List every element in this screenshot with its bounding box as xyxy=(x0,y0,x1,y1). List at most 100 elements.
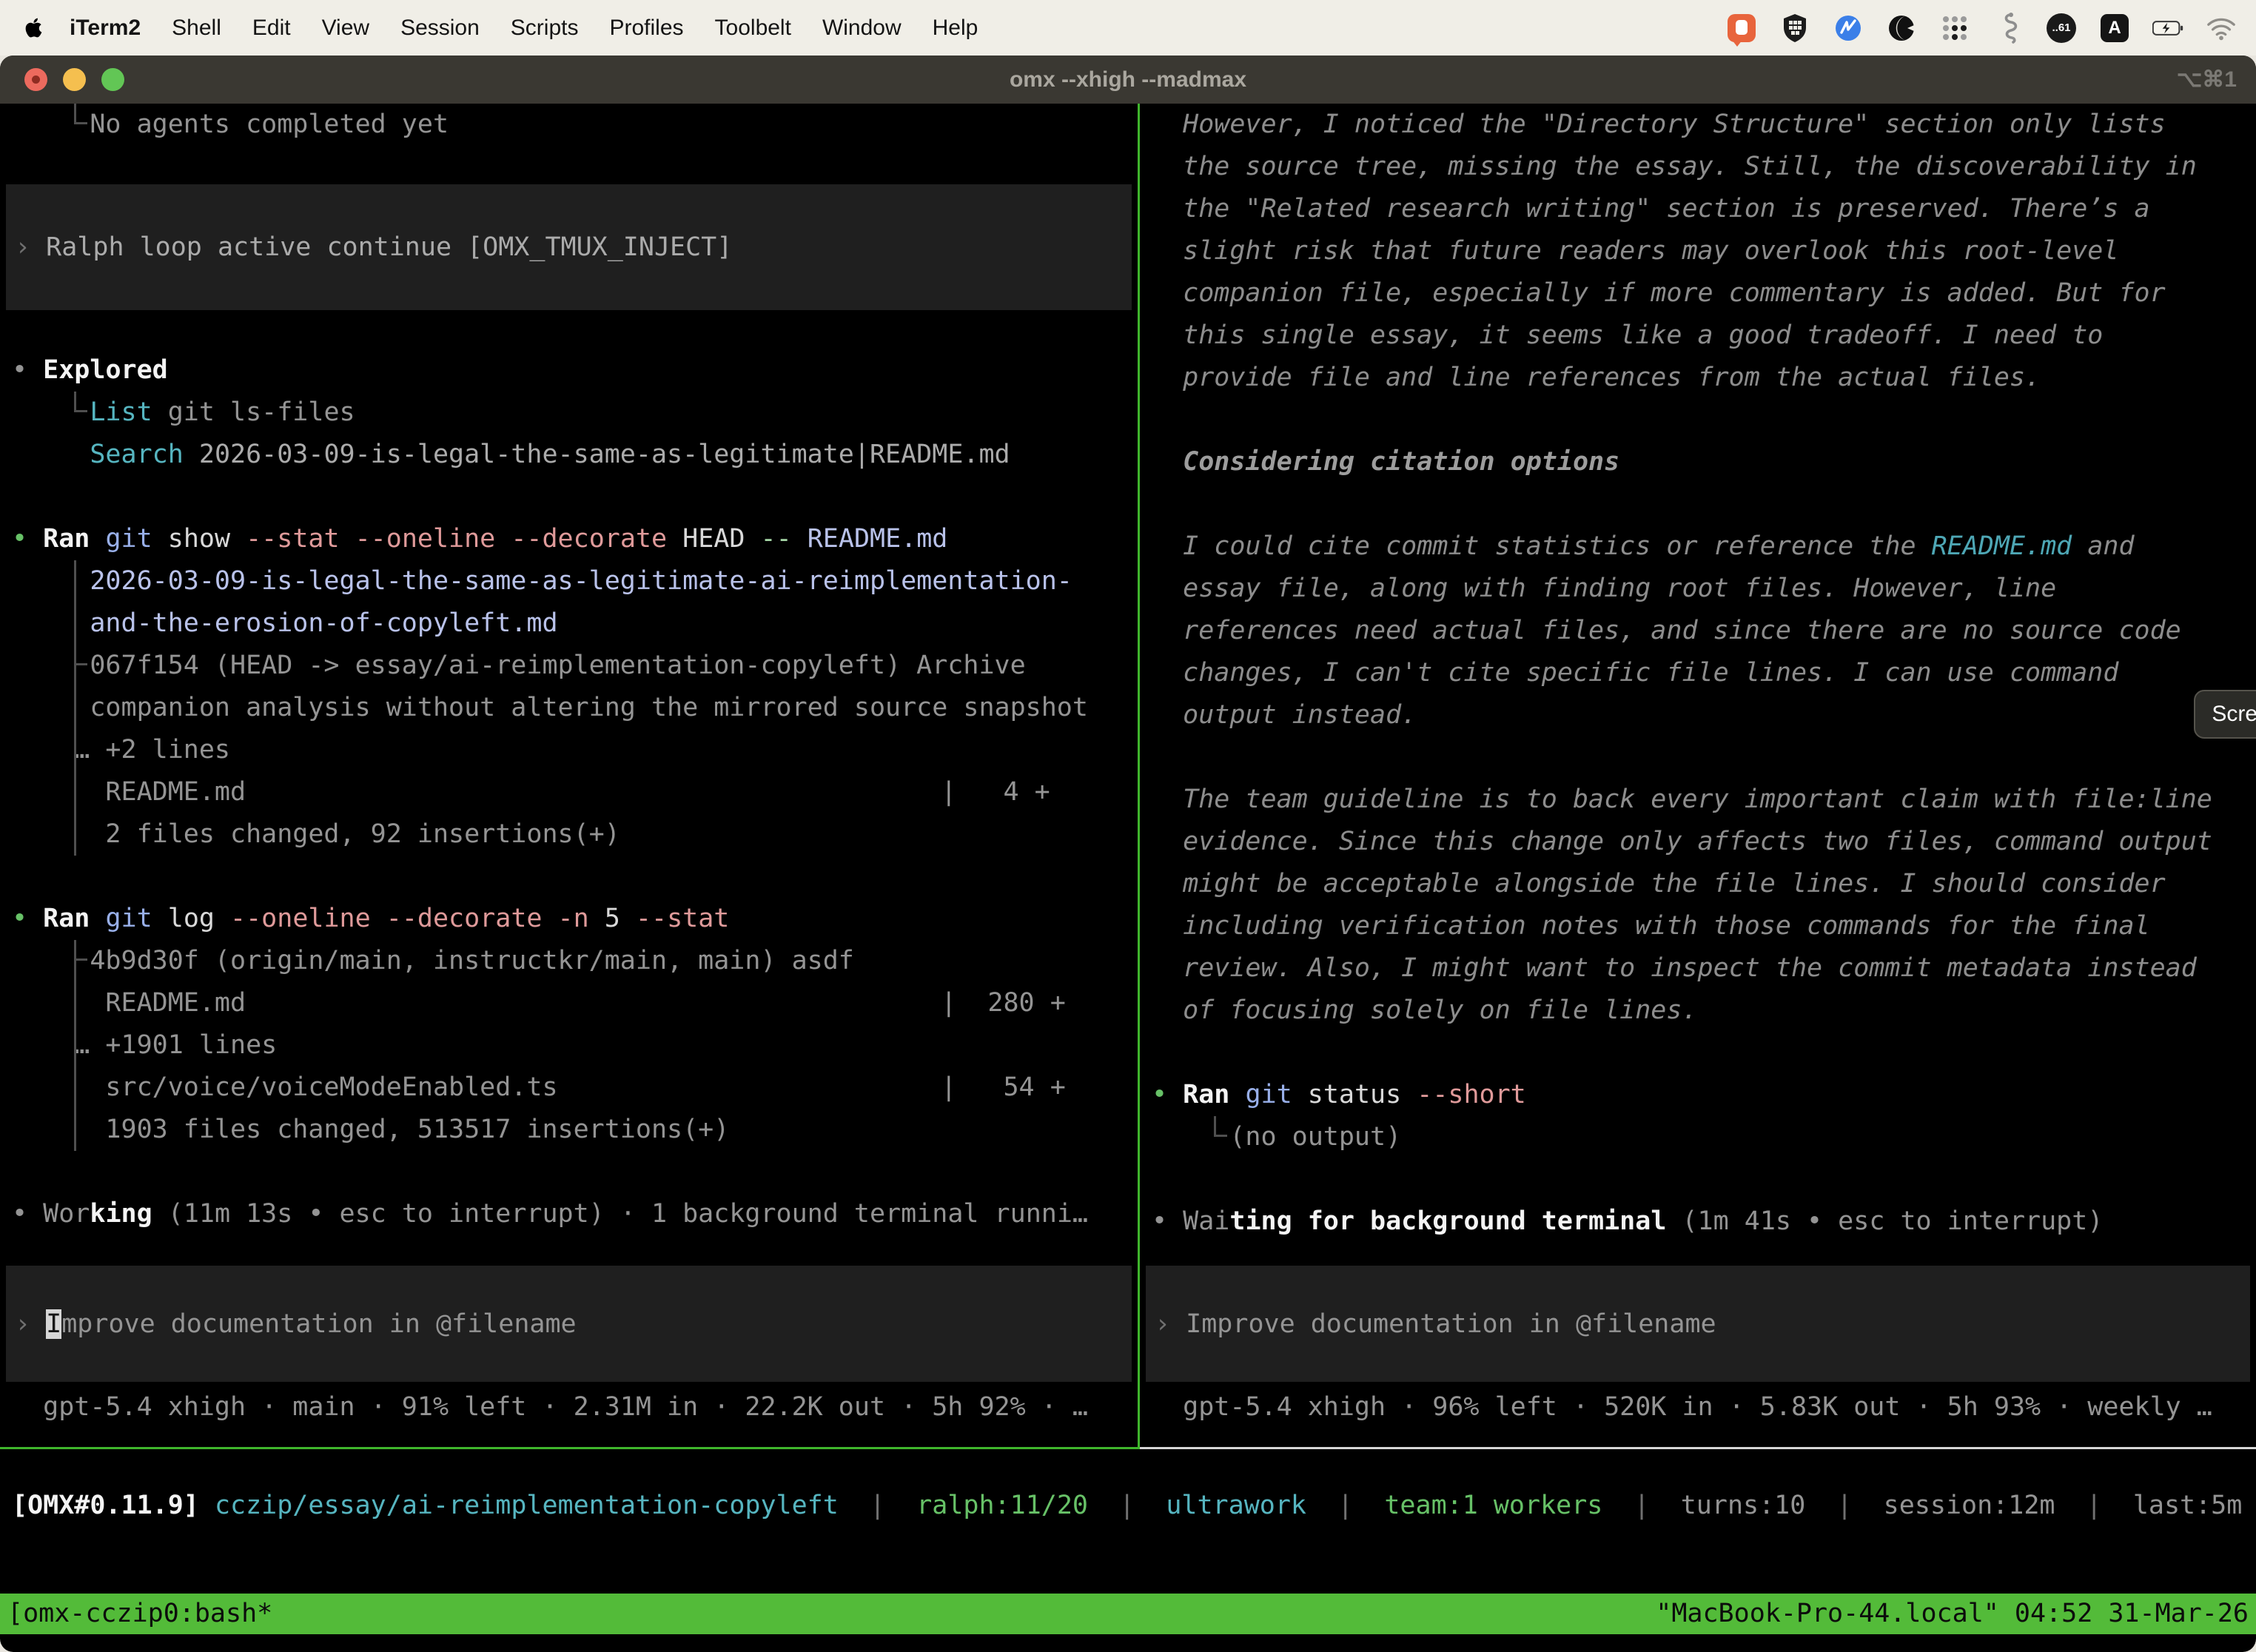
text-segment: | 280 + xyxy=(941,982,1066,1024)
omx-status-segment: [OMX#0.11.9] xyxy=(12,1491,199,1520)
text-segment: --stat --oneline --decorate xyxy=(246,524,667,554)
chat-input-box[interactable]: › Improve documentation in @filename xyxy=(1146,1266,2250,1382)
chat-input-text: Improve documentation in @filename xyxy=(1186,1309,1716,1339)
terminal-line: … +2 lines xyxy=(12,729,1138,771)
tree-guide-line xyxy=(74,729,76,771)
omx-status-segment: turns:10 xyxy=(1681,1491,1806,1520)
terminal-line: … +1901 lines xyxy=(12,1024,1138,1067)
text-segment xyxy=(12,440,90,469)
menu-item-scripts[interactable]: Scripts xyxy=(495,16,594,41)
chat-input-box[interactable]: › Improve documentation in @filename xyxy=(6,1266,1132,1382)
keyboard-a-icon[interactable]: A xyxy=(2099,13,2130,44)
menu-item-iterm2[interactable]: iTerm2 xyxy=(54,16,156,41)
apple-menu-icon[interactable] xyxy=(24,18,44,38)
zoom-window-button[interactable] xyxy=(101,68,124,91)
text-segment: including verification notes with those … xyxy=(1152,911,2150,941)
steering-input-box[interactable]: › Ralph loop active continue [OMX_TMUX_I… xyxy=(6,184,1132,310)
menu-item-window[interactable]: Window xyxy=(807,16,917,41)
text-segment: review. Also, I might want to inspect th… xyxy=(1152,953,2197,983)
tree-guide-tick xyxy=(1214,1135,1227,1137)
text-segment: I could cite commit statistics or refere… xyxy=(1152,531,1932,561)
omx-status-segment: ultrawork xyxy=(1166,1491,1306,1520)
terminal-line: List git ls-files xyxy=(12,392,1138,434)
text-segment: git xyxy=(105,524,152,554)
terminal-line xyxy=(12,1151,1138,1193)
menu-item-shell[interactable]: Shell xyxy=(156,16,237,41)
shield-grid-icon[interactable] xyxy=(1779,13,1810,44)
steering-text: Ralph loop active continue [OMX_TMUX_INJ… xyxy=(46,232,732,262)
text-segment: • xyxy=(1152,1080,1183,1109)
squiggle-icon[interactable] xyxy=(1993,13,2024,44)
menu-item-help[interactable]: Help xyxy=(917,16,994,41)
terminal-line: Search 2026-03-09-is-legal-the-same-as-l… xyxy=(12,434,1138,476)
text-segment: The team guideline is to back every impo… xyxy=(1152,785,2212,814)
chat-input-text: mprove documentation in @filename xyxy=(61,1309,576,1339)
text-segment: the source tree, missing the essay. Stil… xyxy=(1152,152,2197,181)
terminal-line: references need actual files, and since … xyxy=(1152,610,2256,652)
text-segment: • xyxy=(12,524,43,554)
tree-guide-line xyxy=(74,813,76,856)
terminal-line: I could cite commit statistics or refere… xyxy=(1152,526,2256,568)
terminal-line: essay file, along with finding root file… xyxy=(1152,568,2256,610)
macos-menu-bar: iTerm2ShellEditViewSessionScriptsProfile… xyxy=(0,0,2256,56)
tree-guide-line xyxy=(74,645,76,687)
omx-status-segment: team:1 workers xyxy=(1384,1491,1602,1520)
dots-grid-icon[interactable] xyxy=(1939,13,1970,44)
terminal-line: companion file, especially if more comme… xyxy=(1152,272,2256,315)
tmux-session-label: [omx-cczip0:bash* xyxy=(7,1594,272,1634)
left-agent-pane[interactable]: No agents completed yet› Ralph loop acti… xyxy=(0,104,1140,1449)
text-segment: Search xyxy=(90,440,183,469)
omx-status-segment: | xyxy=(1805,1491,1883,1520)
terminal-line: 4b9d30f (origin/main, instructkr/main, m… xyxy=(12,940,1138,982)
omx-status-segment: cczip/essay/ai-reimplementation-copyleft xyxy=(215,1491,839,1520)
text-segment: Explored xyxy=(43,355,168,385)
text-segment: 2026-03-09-is-legal-the-same-as-legitima… xyxy=(12,566,1072,596)
tree-guide-line xyxy=(74,104,76,124)
right-agent-pane[interactable]: However, I noticed the "Directory Struct… xyxy=(1140,104,2256,1449)
menu-item-view[interactable]: View xyxy=(306,16,385,41)
text-segment: changes, I can't cite specific file line… xyxy=(1152,658,2118,688)
terminal-line: companion analysis without altering the … xyxy=(12,687,1138,729)
menu-item-session[interactable]: Session xyxy=(385,16,495,41)
terminal-line: Considering citation options xyxy=(1152,441,2256,483)
close-window-button[interactable] xyxy=(24,68,47,91)
text-segment: 2026-03-09-is-legal-the-same-as-legitima… xyxy=(184,440,1010,469)
text-segment: companion file, especially if more comme… xyxy=(1152,278,2166,308)
chat-app-icon[interactable] xyxy=(1726,13,1757,44)
text-segment: Wor xyxy=(43,1199,90,1229)
tmux-host-clock: "MacBook-Pro-44.local" 04:52 31-Mar-26 xyxy=(1656,1594,2249,1634)
blue-bolt-icon[interactable] xyxy=(1833,13,1864,44)
tree-guide-line xyxy=(74,1067,76,1109)
terminal-line: review. Also, I might want to inspect th… xyxy=(1152,947,2256,990)
menu-item-toolbelt[interactable]: Toolbelt xyxy=(699,16,807,41)
window-title-bar[interactable]: omx --xhigh --madmax ⌥⌘1 xyxy=(0,56,2256,104)
wifi-icon[interactable] xyxy=(2206,13,2237,44)
menu-item-edit[interactable]: Edit xyxy=(237,16,306,41)
badge-61-icon[interactable]: ..61 xyxy=(2046,13,2077,44)
minimize-window-button[interactable] xyxy=(63,68,86,91)
text-segment: evidence. Since this change only affects… xyxy=(1152,827,2212,856)
text-segment: -- xyxy=(761,524,792,554)
prompt-chevron-icon: › xyxy=(15,232,46,262)
tree-guide-line xyxy=(74,560,76,602)
terminal-line: the "Related research writing" section i… xyxy=(1152,188,2256,230)
text-segment: 2 files changed, 92 insertions(+) xyxy=(12,819,620,849)
moon-pie-icon[interactable] xyxy=(1886,13,1917,44)
tree-guide-tick xyxy=(74,663,87,665)
terminal-line: and-the-erosion-of-copyleft.md xyxy=(12,602,1138,645)
terminal-line: • Explored xyxy=(12,349,1138,392)
pane-spacer xyxy=(12,1235,1138,1266)
text-segment: … +1901 lines xyxy=(12,1030,277,1060)
text-segment xyxy=(90,904,105,933)
text-segment: • xyxy=(12,355,43,385)
text-segment: git xyxy=(1245,1080,1292,1109)
text-segment: references need actual files, and since … xyxy=(1152,616,2181,645)
battery-icon[interactable] xyxy=(2152,13,2183,44)
terminal-line xyxy=(1152,399,2256,441)
terminal-line xyxy=(1152,736,2256,779)
text-segment: (no output) xyxy=(1152,1122,1401,1152)
text-cursor: I xyxy=(46,1309,61,1339)
terminal-line: • Ran git show --stat --oneline --decora… xyxy=(12,518,1138,560)
menu-item-profiles[interactable]: Profiles xyxy=(594,16,699,41)
screen-share-sliver-button[interactable]: Scre xyxy=(2194,690,2256,739)
